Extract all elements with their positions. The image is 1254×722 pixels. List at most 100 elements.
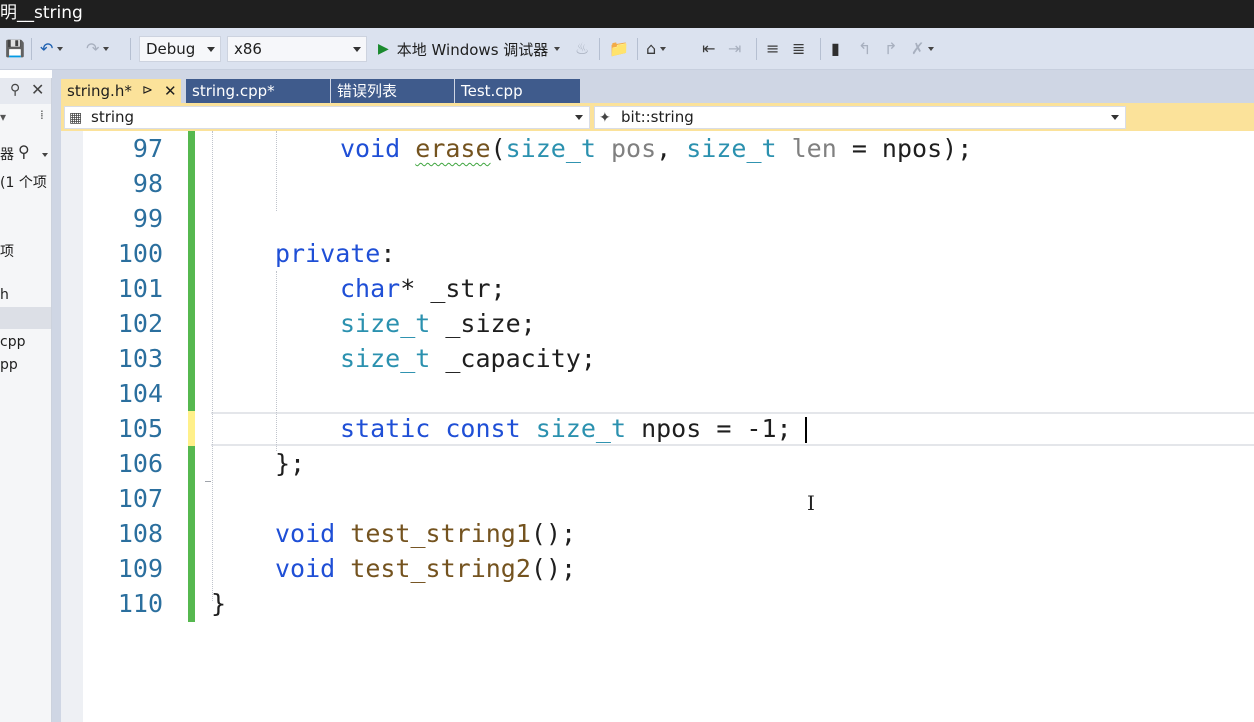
chevron-down-icon <box>42 153 48 157</box>
platform-dropdown[interactable]: x86 <box>227 36 367 62</box>
line-number: 109 <box>117 554 163 583</box>
step-into-button[interactable]: ⇤ <box>702 28 715 70</box>
find-in-files-button[interactable]: 📁 <box>609 28 629 70</box>
uncomment-button[interactable]: ≣ <box>792 28 805 70</box>
chevron-down-icon <box>103 47 110 51</box>
save-all-button[interactable]: 💾 <box>5 28 25 70</box>
document-tab-strip: string.h* ⊳ ✕ string.cpp* 错误列表 Test.cpp <box>61 70 1254 103</box>
code-token: : <box>380 239 396 268</box>
comment-button[interactable]: ≡ <box>766 28 779 70</box>
code-token: erase <box>415 134 491 163</box>
tab-label: 错误列表 <box>337 82 398 100</box>
toolbar: 💾 ↶ ↷ Debug x86 ▶ 本地 Windows 调试器 ♨ 📁 ⌂ ⇤… <box>0 28 1254 70</box>
tree-item-selected[interactable] <box>0 307 51 329</box>
code-token: * _str; <box>400 274 506 303</box>
code-token: } <box>211 589 227 618</box>
tree-item[interactable]: h <box>0 287 9 303</box>
indent-guide <box>276 271 277 451</box>
code-token: (); <box>530 554 577 583</box>
code-token: size_t <box>340 344 431 373</box>
bookmark-button[interactable]: ▮ <box>831 28 840 70</box>
tree-item[interactable]: cpp <box>0 334 25 350</box>
toolbar-separator <box>637 38 638 60</box>
code-line-110: } <box>211 586 226 621</box>
code-token: _size; <box>430 309 536 338</box>
member-value: bit::string <box>621 108 694 126</box>
uncomment-lines-icon: ≣ <box>792 39 806 58</box>
line-number: 102 <box>117 309 163 338</box>
bookmark-icon: ▮ <box>831 39 840 58</box>
chevron-down-icon <box>928 47 935 51</box>
code-line-97: void erase(size_t pos, size_t len = npos… <box>340 131 972 166</box>
text-caret <box>805 417 807 443</box>
code-token: size_t <box>535 414 627 443</box>
home-icon: ⌂ <box>646 39 657 58</box>
code-line-109: void test_string2(); <box>275 551 576 586</box>
code-editor[interactable]: 97 98 99 100 101 102 103 104 105 106 107… <box>61 131 1254 722</box>
outline-end-tick <box>205 481 211 482</box>
close-icon[interactable]: ✕ <box>164 79 177 103</box>
collapse-icon[interactable]: ▾ <box>0 110 6 124</box>
tab-error-list[interactable]: 错误列表 <box>331 79 454 103</box>
tab-test-cpp[interactable]: Test.cpp <box>455 79 580 103</box>
clear-bookmarks-icon: ✗ <box>911 39 925 58</box>
pin-icon[interactable]: ⊳ <box>142 79 153 103</box>
solution-node[interactable]: (1 个项 <box>0 172 47 192</box>
unsaved-change-marker <box>188 411 195 446</box>
tab-string-cpp[interactable]: string.cpp* <box>186 79 330 103</box>
tree-item[interactable]: pp <box>0 357 18 373</box>
tab-label: string.h* <box>67 82 132 100</box>
solution-explorer-pane: ⚲ ✕ ▾ ⁞ 器 ⚲ (1 个项 项 h cpp pp <box>0 78 52 722</box>
code-line-100: private: <box>275 236 395 271</box>
next-bookmark-button[interactable]: ↱ <box>884 28 897 70</box>
code-token: len <box>776 134 837 163</box>
clear-bookmarks-button[interactable]: ✗ <box>911 28 935 70</box>
next-bookmark-icon: ↱ <box>884 39 898 58</box>
redo-button[interactable]: ↷ <box>86 28 110 70</box>
member-dropdown[interactable]: ✦ bit::string <box>594 106 1126 129</box>
search-label: 器 <box>0 147 14 163</box>
toolbar-separator <box>599 38 600 60</box>
line-number: 100 <box>117 239 163 268</box>
code-token: , <box>656 134 687 163</box>
code-token: static <box>340 414 431 443</box>
code-line-105: static const size_t npos = -1; <box>340 411 792 446</box>
step-out-button[interactable]: ⇥ <box>728 28 741 70</box>
tab-string-h[interactable]: string.h* ⊳ ✕ <box>61 79 181 103</box>
mouse-ibeam-cursor: I <box>807 491 815 515</box>
code-line-106: }; <box>275 446 305 481</box>
close-icon[interactable]: ✕ <box>31 80 44 99</box>
chevron-down-icon <box>1111 115 1119 120</box>
scope-dropdown[interactable]: ▦ string <box>64 106 590 129</box>
pane-splitter[interactable] <box>52 70 61 722</box>
solution-explorer-header: ⚲ ✕ <box>0 78 51 104</box>
tree-item[interactable]: 项 <box>0 241 14 261</box>
search-icon[interactable]: ⚲ <box>18 142 30 161</box>
code-token: }; <box>275 449 306 478</box>
undo-button[interactable]: ↶ <box>40 28 64 70</box>
undo-icon: ↶ <box>40 39 54 58</box>
pin-icon[interactable]: ⚲ <box>10 82 20 98</box>
home-button[interactable]: ⌂ <box>646 28 667 70</box>
prev-bookmark-icon: ↰ <box>858 39 872 58</box>
start-debugging-button[interactable]: ▶ 本地 Windows 调试器 <box>378 28 561 70</box>
class-icon: ▦ <box>69 110 83 126</box>
prev-bookmark-button[interactable]: ↰ <box>858 28 871 70</box>
code-line-103: size_t _capacity; <box>340 341 596 376</box>
chevron-down-icon <box>207 47 215 52</box>
code-token: pos <box>595 134 657 163</box>
tab-label: string.cpp* <box>192 82 275 100</box>
code-token: size_t <box>686 134 777 163</box>
code-line-102: size_t _size; <box>340 306 536 341</box>
hot-reload-button[interactable]: ♨ <box>575 28 589 70</box>
save-all-icon: 💾 <box>5 39 25 58</box>
solution-config-dropdown[interactable]: Debug <box>139 36 221 62</box>
tab-label: Test.cpp <box>461 82 523 100</box>
line-number: 104 <box>117 379 163 408</box>
line-number: 110 <box>117 589 163 618</box>
platform-value: x86 <box>234 40 262 58</box>
code-token: test_string2 <box>350 554 531 583</box>
more-icon[interactable]: ⁞ <box>40 108 44 122</box>
